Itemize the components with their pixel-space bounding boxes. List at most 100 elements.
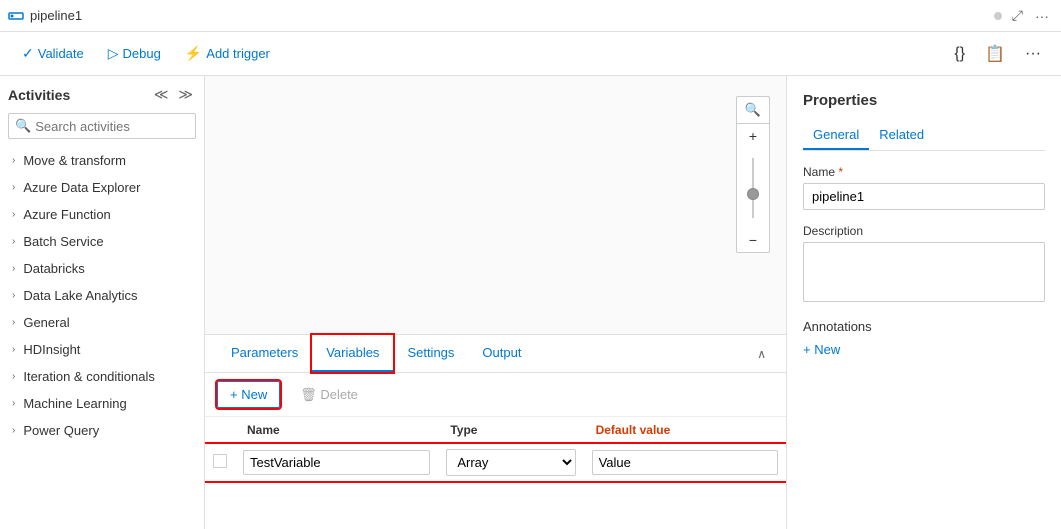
code-icon-button[interactable]: {} bbox=[946, 39, 973, 69]
sidebar-item-databricks[interactable]: › Databricks bbox=[0, 255, 204, 282]
delete-variable-button: 🗑 Delete bbox=[288, 382, 370, 408]
sidebar-item-label: Iteration & conditionals bbox=[23, 369, 155, 384]
sidebar-item-label: Batch Service bbox=[23, 234, 103, 249]
canvas[interactable]: 🔍 + − bbox=[205, 76, 786, 334]
zoom-search-button[interactable]: 🔍 bbox=[737, 97, 769, 124]
zoom-controls: 🔍 + − bbox=[736, 96, 770, 253]
tab-output[interactable]: Output bbox=[468, 335, 535, 372]
tab-variables[interactable]: Variables bbox=[312, 335, 393, 372]
sidebar-item-machine-learning[interactable]: › Machine Learning bbox=[0, 390, 204, 417]
cell-name bbox=[235, 444, 438, 482]
props-tab-related[interactable]: Related bbox=[869, 121, 934, 150]
type-select[interactable]: Array String Bool Integer bbox=[446, 449, 575, 476]
sidebar-item-iteration-conditionals[interactable]: › Iteration & conditionals bbox=[0, 363, 204, 390]
col-header-type: Type bbox=[438, 417, 583, 444]
annotations-title: Annotations bbox=[803, 319, 1045, 334]
props-tab-general[interactable]: General bbox=[803, 121, 869, 150]
chevron-right-icon: › bbox=[12, 155, 15, 166]
debug-icon: ▷ bbox=[108, 45, 119, 62]
col-header-default: Default value bbox=[584, 417, 786, 444]
add-trigger-label: Add trigger bbox=[206, 46, 270, 61]
sidebar-collapse-right[interactable]: ≫ bbox=[175, 84, 196, 105]
sidebar-item-data-lake-analytics[interactable]: › Data Lake Analytics bbox=[0, 282, 204, 309]
add-trigger-button[interactable]: ⚡ Add trigger bbox=[175, 39, 280, 68]
zoom-slider-container bbox=[752, 148, 754, 228]
required-marker: * bbox=[838, 165, 843, 179]
sidebar-item-label: Machine Learning bbox=[23, 396, 126, 411]
name-input[interactable] bbox=[243, 450, 430, 475]
tabs-row: Parameters Variables Settings Output ∧ bbox=[205, 335, 786, 373]
pipeline-icon bbox=[8, 8, 24, 24]
sidebar-item-move-transform[interactable]: › Move & transform bbox=[0, 147, 204, 174]
canvas-area: 🔍 + − Parameters Variables Settings bbox=[205, 76, 786, 529]
pipeline-name-input[interactable] bbox=[803, 183, 1045, 210]
sidebar-item-hdinsight[interactable]: › HDInsight bbox=[0, 336, 204, 363]
properties-title: Properties bbox=[803, 92, 1045, 109]
sidebar-item-general[interactable]: › General bbox=[0, 309, 204, 336]
sidebar-title: Activities bbox=[8, 87, 147, 103]
validate-button[interactable]: ✓ Validate bbox=[12, 39, 94, 68]
sidebar-item-label: General bbox=[23, 315, 69, 330]
properties-panel: Properties General Related Name * Descri… bbox=[786, 76, 1061, 529]
properties-tabs: General Related bbox=[803, 121, 1045, 151]
chevron-right-icon: › bbox=[12, 398, 15, 409]
sidebar-collapse-left[interactable]: ≪ bbox=[151, 84, 172, 105]
title-bar: pipeline1 ⤢ ··· bbox=[0, 0, 1061, 32]
name-label: Name * bbox=[803, 165, 1045, 179]
tab-settings[interactable]: Settings bbox=[393, 335, 468, 372]
chevron-right-icon: › bbox=[12, 182, 15, 193]
sidebar-item-label: Azure Data Explorer bbox=[23, 180, 140, 195]
search-box: 🔍 bbox=[8, 113, 196, 139]
sidebar: Activities ≪ ≫ 🔍 › Move & transform › Az… bbox=[0, 76, 205, 529]
default-value-input[interactable] bbox=[592, 450, 778, 475]
debug-label: Debug bbox=[123, 46, 161, 61]
sidebar-item-azure-data-explorer[interactable]: › Azure Data Explorer bbox=[0, 174, 204, 201]
validate-label: Validate bbox=[38, 46, 84, 61]
search-input[interactable] bbox=[35, 119, 205, 134]
bottom-toolbar: + New 🗑 Delete bbox=[205, 373, 786, 417]
expand-button[interactable]: ⤢ bbox=[1008, 5, 1027, 26]
tab-parameters[interactable]: Parameters bbox=[217, 335, 312, 372]
sidebar-item-label: Move & transform bbox=[23, 153, 126, 168]
chevron-right-icon: › bbox=[12, 236, 15, 247]
sidebar-item-label: Data Lake Analytics bbox=[23, 288, 137, 303]
doc-icon-button[interactable]: 📋 bbox=[977, 38, 1013, 70]
search-icon: 🔍 bbox=[15, 118, 31, 134]
trigger-icon: ⚡ bbox=[185, 45, 202, 62]
cell-default bbox=[584, 444, 786, 482]
sidebar-item-azure-function[interactable]: › Azure Function bbox=[0, 201, 204, 228]
col-header-name: Name bbox=[235, 417, 438, 444]
main-content: Activities ≪ ≫ 🔍 › Move & transform › Az… bbox=[0, 76, 1061, 529]
sidebar-item-batch-service[interactable]: › Batch Service bbox=[0, 228, 204, 255]
unsaved-indicator bbox=[994, 12, 1002, 20]
zoom-out-button[interactable]: − bbox=[741, 228, 765, 252]
chevron-right-icon: › bbox=[12, 317, 15, 328]
annotations-section: Annotations + New bbox=[803, 319, 1045, 357]
add-annotation-button[interactable]: + New bbox=[803, 342, 840, 357]
ellipsis-button[interactable]: ··· bbox=[1017, 39, 1049, 69]
sidebar-item-power-query[interactable]: › Power Query bbox=[0, 417, 204, 444]
name-field-group: Name * bbox=[803, 165, 1045, 210]
sidebar-item-label: HDInsight bbox=[23, 342, 80, 357]
title-bar-title: pipeline1 bbox=[30, 8, 988, 23]
variables-table: Name Type Default value bbox=[205, 417, 786, 481]
more-options-button[interactable]: ··· bbox=[1031, 5, 1053, 26]
chevron-right-icon: › bbox=[12, 425, 15, 436]
sidebar-item-label: Power Query bbox=[23, 423, 99, 438]
cell-type: Array String Bool Integer bbox=[438, 444, 583, 482]
debug-button[interactable]: ▷ Debug bbox=[98, 39, 171, 68]
chevron-right-icon: › bbox=[12, 290, 15, 301]
description-input[interactable] bbox=[803, 242, 1045, 302]
new-variable-button[interactable]: + New bbox=[217, 381, 280, 408]
zoom-slider-thumb[interactable] bbox=[747, 188, 759, 200]
zoom-in-button[interactable]: + bbox=[741, 124, 765, 148]
toolbar: ✓ Validate ▷ Debug ⚡ Add trigger {} 📋 ··… bbox=[0, 32, 1061, 76]
row-checkbox[interactable] bbox=[213, 454, 227, 468]
validate-icon: ✓ bbox=[22, 45, 34, 62]
panel-collapse-button[interactable]: ∧ bbox=[749, 341, 774, 367]
chevron-right-icon: › bbox=[12, 209, 15, 220]
chevron-right-icon: › bbox=[12, 371, 15, 382]
bottom-panel: Parameters Variables Settings Output ∧ +… bbox=[205, 334, 786, 529]
sidebar-item-label: Databricks bbox=[23, 261, 84, 276]
title-bar-actions: ⤢ ··· bbox=[1008, 5, 1053, 26]
